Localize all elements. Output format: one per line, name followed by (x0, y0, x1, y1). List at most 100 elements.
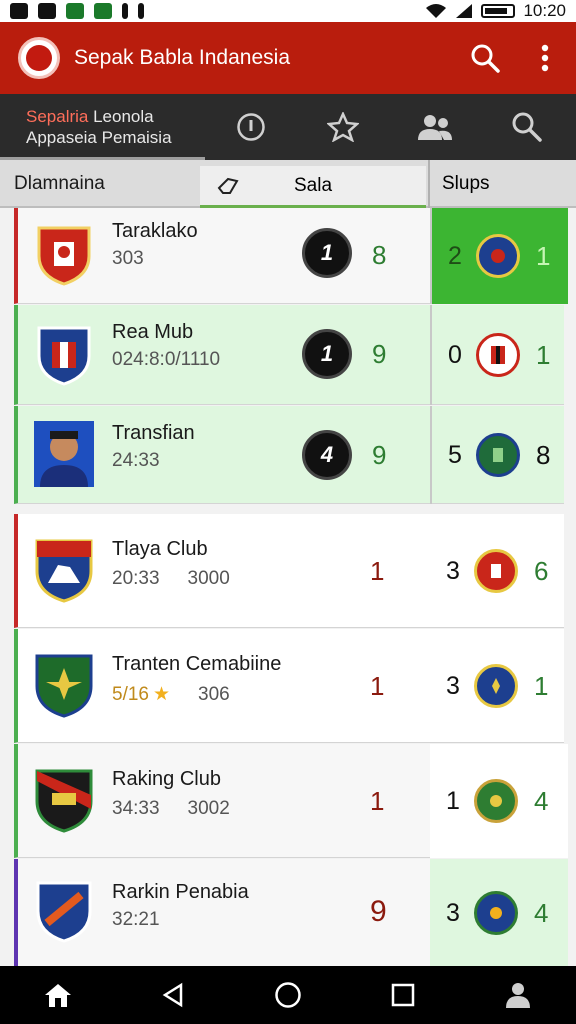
tab-info[interactable] (205, 94, 297, 160)
result-away: 1 (534, 670, 549, 701)
team-name: Tlaya Club (112, 538, 208, 560)
opponent-crest-icon (474, 779, 518, 823)
team-meta: 303 (112, 248, 144, 269)
back-nav-button[interactable] (143, 966, 203, 1024)
score-badge: 4 (302, 430, 352, 480)
points-value: 9 (370, 895, 387, 928)
result-cell: 2 1 (430, 208, 568, 304)
result-away: 4 (534, 785, 549, 816)
team-meta: 34:33 3002 (112, 798, 230, 819)
points-value: 9 (372, 440, 387, 470)
points-value: 8 (372, 240, 387, 270)
team-row[interactable]: Transfian 24:33 4 9 5 8 (14, 406, 564, 504)
team-crest-icon (34, 538, 94, 603)
team-meta: 20:33 3000 (112, 568, 230, 589)
result-home: 3 (446, 898, 460, 927)
status-bar: 10:20 (0, 0, 576, 22)
app-notification-icon (66, 3, 84, 19)
result-home: 0 (448, 340, 462, 369)
result-home: 5 (448, 440, 462, 469)
home-icon (44, 984, 71, 1007)
star-icon (327, 112, 359, 142)
team-row[interactable]: Rea Mub 024:8:0/1110 1 9 0 1 (14, 305, 564, 405)
tab-label-b: Leonola (88, 107, 154, 126)
team-name: Taraklako (112, 220, 198, 242)
notification-icon (10, 3, 28, 19)
team-row[interactable]: Raking Club 34:33 3002 1 1 4 (14, 744, 568, 858)
notification-icon (38, 3, 56, 19)
points-value: 9 (372, 339, 387, 369)
profile-icon (506, 983, 531, 1008)
tab-bar: Sepalria Leonola Appaseia Pemaisia (0, 94, 576, 160)
home-nav-button[interactable] (28, 966, 88, 1024)
tab-label-c: Appaseia Pemaisia (26, 128, 172, 147)
search-button[interactable] (468, 41, 502, 75)
tag-icon (217, 177, 239, 194)
team-crest-icon (34, 768, 94, 833)
status-time: 10:20 (523, 1, 566, 20)
result-cell: 1 4 (430, 744, 568, 858)
result-cell: 3 6 (430, 514, 568, 628)
points-value: 1 (370, 556, 385, 586)
tab-favorites[interactable] (297, 94, 389, 160)
people-icon (418, 115, 452, 140)
result-away: 1 (536, 240, 551, 271)
team-row[interactable]: Taraklako 303 1 8 2 1 (14, 208, 568, 304)
notification-icon (122, 3, 128, 19)
system-nav-bar (0, 966, 576, 1024)
column-tab-2[interactable]: Sala (200, 166, 426, 208)
opponent-crest-icon (474, 891, 518, 935)
result-home: 1 (446, 786, 460, 815)
home-circle-button[interactable] (258, 966, 318, 1024)
column-tab-3[interactable]: Slups (428, 160, 576, 208)
profile-nav-button[interactable] (488, 966, 548, 1024)
points-value: 1 (370, 786, 385, 816)
battery-icon (481, 4, 516, 18)
team-meta: 32:21 (112, 909, 160, 930)
team-row[interactable]: Tranten Cemabiine 5/16 ★ 306 1 3 1 (14, 629, 564, 743)
opponent-crest-icon (476, 433, 520, 477)
column-label-1: Dlamnaina (14, 173, 105, 194)
column-label-2: Sala (294, 174, 333, 196)
result-cell: 3 1 (430, 629, 568, 743)
team-crest-icon (34, 653, 94, 718)
team-row[interactable]: Tlaya Club 20:33 3000 1 3 6 (14, 514, 564, 628)
app-logo (18, 37, 60, 79)
result-away: 1 (536, 339, 551, 370)
opponent-crest-icon (474, 549, 518, 593)
team-meta: 24:33 (112, 450, 160, 471)
column-tab-1[interactable]: Dlamnaina (0, 160, 200, 208)
team-meta: 024:8:0/1110 (112, 349, 221, 370)
opponent-crest-icon (474, 664, 518, 708)
status-icons-left (10, 3, 144, 19)
team-row[interactable]: Rarkin Penabia 32:21 9 3 4 (14, 859, 568, 967)
back-icon (162, 982, 183, 1008)
team-name: Tranten Cemabiine (112, 653, 282, 675)
wifi-icon (426, 4, 447, 18)
search-icon (471, 44, 500, 73)
recents-nav-button[interactable] (373, 966, 433, 1024)
more-options-button[interactable] (528, 41, 562, 75)
team-name: Rarkin Penabia (112, 881, 249, 903)
status-icons-right: 10:20 (425, 1, 566, 21)
more-vert-icon (541, 44, 549, 72)
player-photo (34, 421, 94, 487)
column-label-3: Slups (442, 173, 490, 194)
result-cell: 5 8 (430, 406, 568, 504)
team-crest-icon (34, 879, 94, 943)
circle-home-icon (275, 982, 301, 1008)
result-home: 3 (446, 556, 460, 585)
result-cell: 0 1 (430, 305, 568, 405)
tab-people[interactable] (389, 94, 481, 160)
points-value: 1 (370, 671, 385, 701)
search-icon (512, 112, 542, 142)
tab-search[interactable] (481, 94, 573, 160)
opponent-crest-icon (476, 333, 520, 377)
team-crest-icon (34, 323, 94, 387)
star-icon: ★ (152, 684, 171, 705)
team-name: Transfian (112, 422, 195, 444)
tab-active[interactable]: Sepalria Leonola Appaseia Pemaisia (0, 94, 205, 160)
app-notification-icon (94, 3, 112, 19)
tab-label-a: Sepalria (26, 107, 89, 126)
result-away: 6 (534, 555, 549, 586)
